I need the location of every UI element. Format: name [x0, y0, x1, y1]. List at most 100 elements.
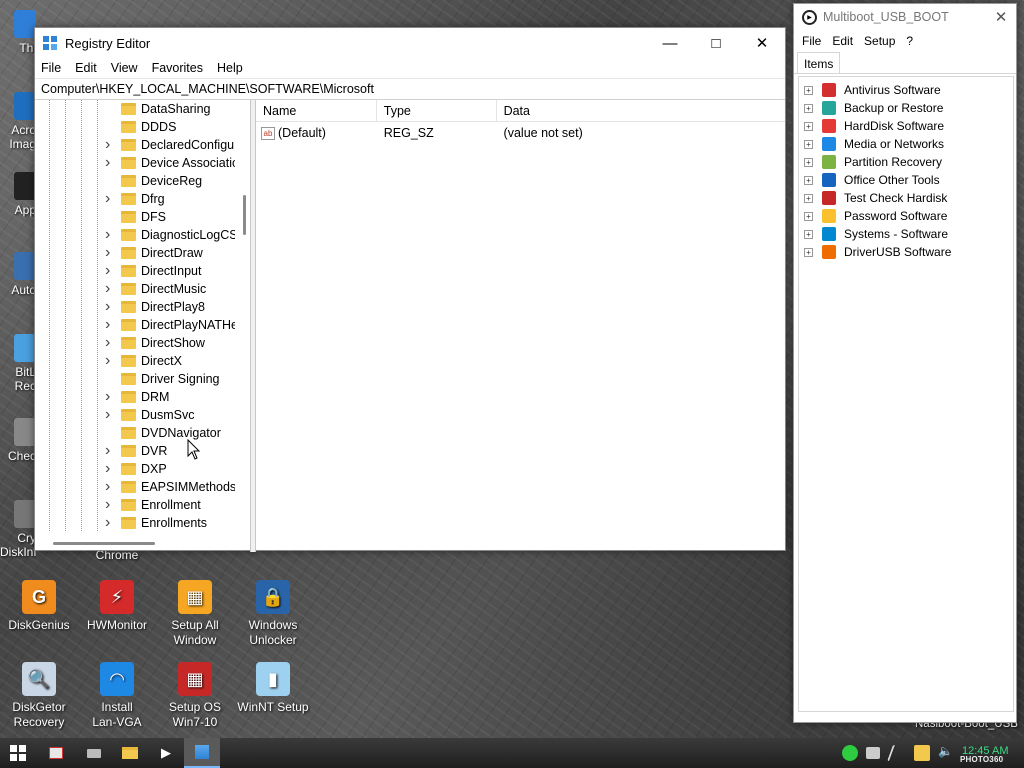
desktop-icon[interactable]: 🔍 DiskGetor Recovery [0, 662, 78, 730]
expand-plus-icon[interactable]: + [804, 139, 813, 149]
scrollbar-thumb[interactable] [243, 195, 246, 235]
chevron-right-icon[interactable]: › [105, 316, 115, 334]
chevron-right-icon[interactable]: › [105, 298, 115, 316]
tree-key-row[interactable]: DDDS [35, 118, 235, 136]
tree-key-row[interactable]: › DirectMusic [35, 280, 235, 298]
tree-key-row[interactable]: › DusmSvc [35, 406, 235, 424]
desktop-edge-icon[interactable]: BitL Rec [0, 334, 36, 393]
chevron-right-icon[interactable]: › [105, 352, 115, 370]
category-item[interactable]: + Antivirus Software [799, 81, 1013, 99]
chevron-right-icon[interactable]: › [105, 244, 115, 262]
tree-key-row[interactable]: › Enrollment [35, 496, 235, 514]
tree-vertical-scrollbar[interactable] [238, 100, 250, 534]
desktop-icon[interactable]: ⚡ HWMonitor [78, 580, 156, 633]
taskbar-registry-editor[interactable] [184, 738, 220, 768]
chevron-right-icon[interactable]: › [105, 388, 115, 406]
menu-file[interactable]: File [41, 61, 61, 75]
desktop-edge-icon[interactable]: Chec [0, 418, 36, 463]
tree-key-row[interactable]: › DirectShow [35, 334, 235, 352]
tree-key-row[interactable]: DFS [35, 208, 235, 226]
close-button[interactable]: ✕ [739, 28, 785, 58]
value-row[interactable]: ab (Default) REG_SZ (value not set) [256, 122, 785, 144]
taskbar-multiboot[interactable]: ▶ [148, 738, 184, 768]
category-item[interactable]: + Test Check Hardisk [799, 189, 1013, 207]
expand-plus-icon[interactable]: + [804, 121, 813, 131]
category-item[interactable]: + Office Other Tools [799, 171, 1013, 189]
tree-key-row[interactable]: › EAPSIMMethods [35, 478, 235, 496]
tree-key-row[interactable]: › Enrollments [35, 514, 235, 532]
tree-key-row[interactable]: › DXP [35, 460, 235, 478]
title-bar[interactable]: Registry Editor — □ ✕ [35, 28, 785, 58]
desktop-icon[interactable]: ◠ Install Lan-VGA [78, 662, 156, 730]
tree-key-row[interactable]: › DiagnosticLogCS [35, 226, 235, 244]
tree-key-row[interactable]: › DVR [35, 442, 235, 460]
chevron-right-icon[interactable]: › [105, 496, 115, 514]
desktop-icon[interactable]: ▮ WinNT Setup [234, 662, 312, 715]
tree-key-row[interactable]: DVDNavigator [35, 424, 235, 442]
chevron-right-icon[interactable]: › [105, 460, 115, 478]
menu-file[interactable]: File [802, 34, 821, 48]
expand-plus-icon[interactable]: + [804, 157, 813, 167]
menu-help[interactable]: Help [217, 61, 243, 75]
tree-key-row[interactable]: › DirectPlayNATHe [35, 316, 235, 334]
tray-folder-icon[interactable] [914, 745, 930, 761]
chevron-right-icon[interactable]: › [105, 406, 115, 424]
tree-key-row[interactable]: › DirectInput [35, 262, 235, 280]
category-item[interactable]: + Systems - Software [799, 225, 1013, 243]
chevron-right-icon[interactable]: › [105, 262, 115, 280]
column-data[interactable]: Data [497, 100, 785, 121]
tray-play-icon[interactable] [842, 745, 858, 761]
category-item[interactable]: + Partition Recovery [799, 153, 1013, 171]
tree-key-row[interactable]: › DirectX [35, 352, 235, 370]
column-name[interactable]: Name [256, 100, 377, 121]
tree-key-row[interactable]: › DRM [35, 388, 235, 406]
tree-key-row[interactable]: › DeclaredConfigu [35, 136, 235, 154]
tree-key-row[interactable]: › Dfrg [35, 190, 235, 208]
category-item[interactable]: + DriverUSB Software [799, 243, 1013, 261]
address-bar[interactable]: Computer\HKEY_LOCAL_MACHINE\SOFTWARE\Mic… [35, 78, 785, 100]
desktop-edge-icon[interactable]: Acro Imag [0, 92, 36, 151]
scrollbar-thumb[interactable] [53, 542, 155, 545]
desktop-edge-icon[interactable]: Thi [0, 10, 36, 55]
taskbar-app-1[interactable] [38, 738, 74, 768]
chevron-right-icon[interactable]: › [105, 334, 115, 352]
title-bar[interactable]: ▶ Multiboot_USB_BOOT ✕ [794, 4, 1016, 30]
chevron-right-icon[interactable]: › [105, 226, 115, 244]
menu-setup[interactable]: Setup [864, 34, 895, 48]
tree-key-row[interactable]: Driver Signing [35, 370, 235, 388]
desktop-edge-icon[interactable]: CryDiskInfo [0, 500, 36, 559]
menu-edit[interactable]: Edit [75, 61, 97, 75]
tree-key-row[interactable]: › DirectDraw [35, 244, 235, 262]
category-item[interactable]: + Media or Networks [799, 135, 1013, 153]
expand-plus-icon[interactable]: + [804, 229, 813, 239]
chevron-right-icon[interactable]: › [105, 136, 115, 154]
tray-network-icon[interactable] [866, 747, 880, 759]
minimize-button[interactable]: — [647, 28, 693, 58]
tree-key-row[interactable]: DataSharing [35, 100, 235, 118]
start-button[interactable] [0, 738, 36, 768]
chevron-right-icon[interactable]: › [105, 514, 115, 532]
tree-key-row[interactable]: › DirectPlay8 [35, 298, 235, 316]
taskbar-keyboard[interactable] [76, 738, 112, 768]
category-item[interactable]: + Password Software [799, 207, 1013, 225]
tray-pen-icon[interactable] [887, 745, 909, 761]
desktop-icon[interactable]: ▦ Setup OS Win7-10 [156, 662, 234, 730]
desktop-edge-icon[interactable]: Auto [0, 252, 36, 297]
expand-plus-icon[interactable]: + [804, 103, 813, 113]
desktop-icon[interactable]: 🔒 Windows Unlocker [234, 580, 312, 648]
column-type[interactable]: Type [377, 100, 497, 121]
expand-plus-icon[interactable]: + [804, 85, 813, 95]
tree-key-row[interactable]: DeviceReg [35, 172, 235, 190]
expand-plus-icon[interactable]: + [804, 175, 813, 185]
expand-plus-icon[interactable]: + [804, 211, 813, 221]
chevron-right-icon[interactable]: › [105, 442, 115, 460]
chevron-right-icon[interactable]: › [105, 280, 115, 298]
taskbar-file-explorer[interactable] [112, 738, 148, 768]
tree-horizontal-scrollbar[interactable] [35, 534, 238, 552]
desktop-icon[interactable]: G DiskGenius [0, 580, 78, 633]
chevron-right-icon[interactable]: › [105, 478, 115, 496]
menu-edit[interactable]: Edit [832, 34, 853, 48]
chevron-right-icon[interactable]: › [105, 154, 115, 172]
close-button[interactable]: ✕ [986, 8, 1016, 26]
desktop-edge-icon[interactable]: App [0, 172, 36, 217]
